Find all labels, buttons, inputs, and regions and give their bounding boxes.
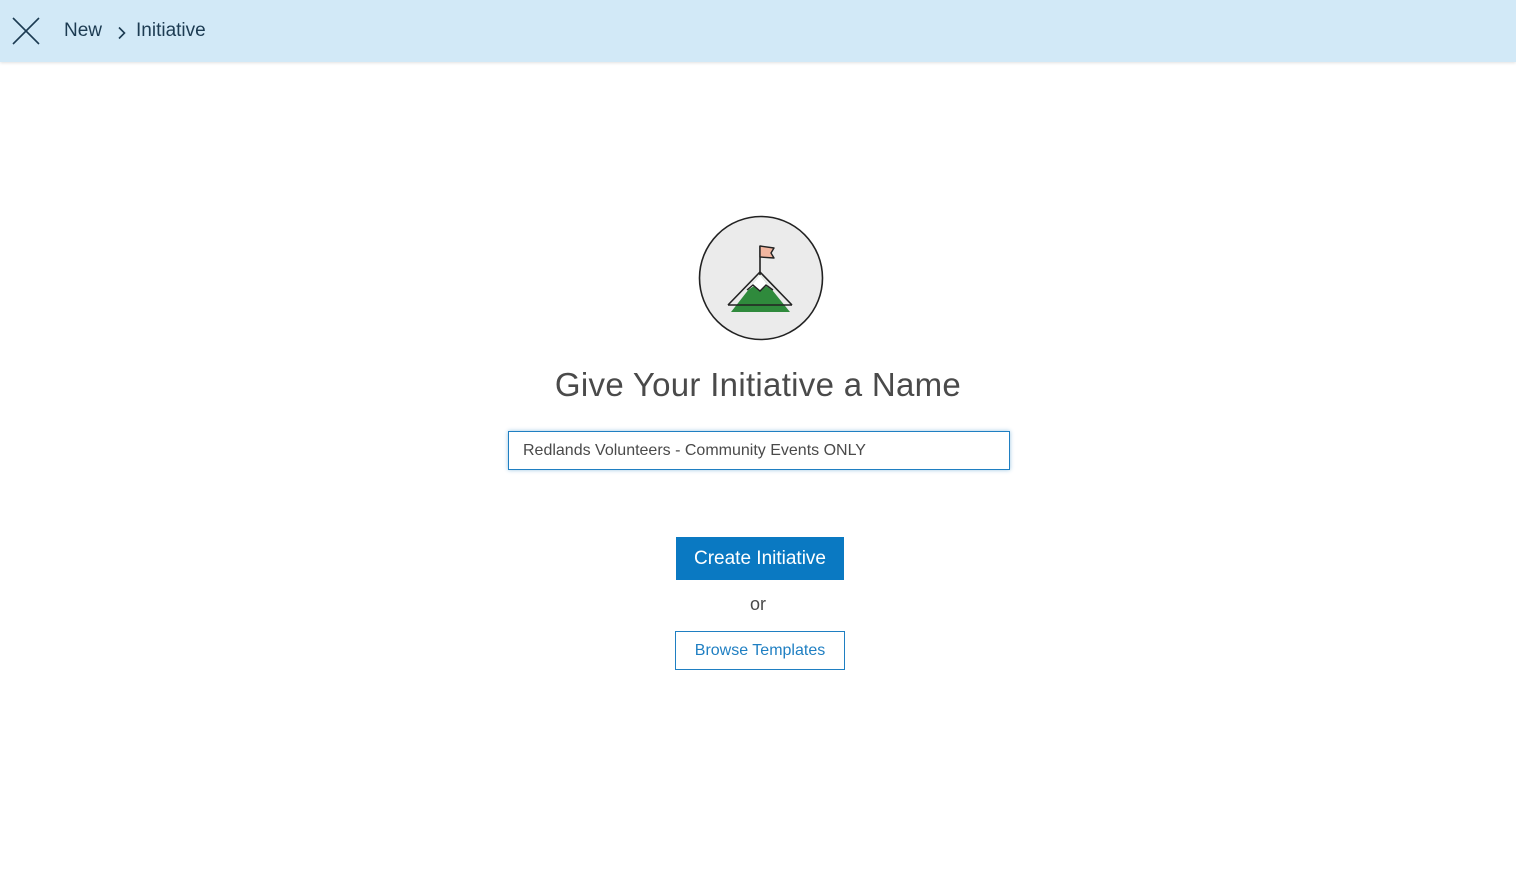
create-initiative-button[interactable]: Create Initiative [676, 537, 844, 580]
close-icon [12, 17, 40, 45]
browse-templates-button[interactable]: Browse Templates [675, 631, 845, 670]
breadcrumb-new-link[interactable]: New [64, 20, 102, 42]
breadcrumb-current: Initiative [136, 20, 206, 41]
or-separator-text: or [749, 594, 766, 614]
mountain-flag-icon [698, 215, 824, 341]
breadcrumb: New Initiative [64, 0, 206, 62]
close-button[interactable] [8, 13, 44, 49]
page-title: Give Your Initiative a Name [554, 366, 962, 403]
top-bar: New Initiative [0, 0, 1516, 62]
chevron-right-icon [116, 24, 128, 40]
initiative-name-input[interactable] [508, 431, 1010, 470]
